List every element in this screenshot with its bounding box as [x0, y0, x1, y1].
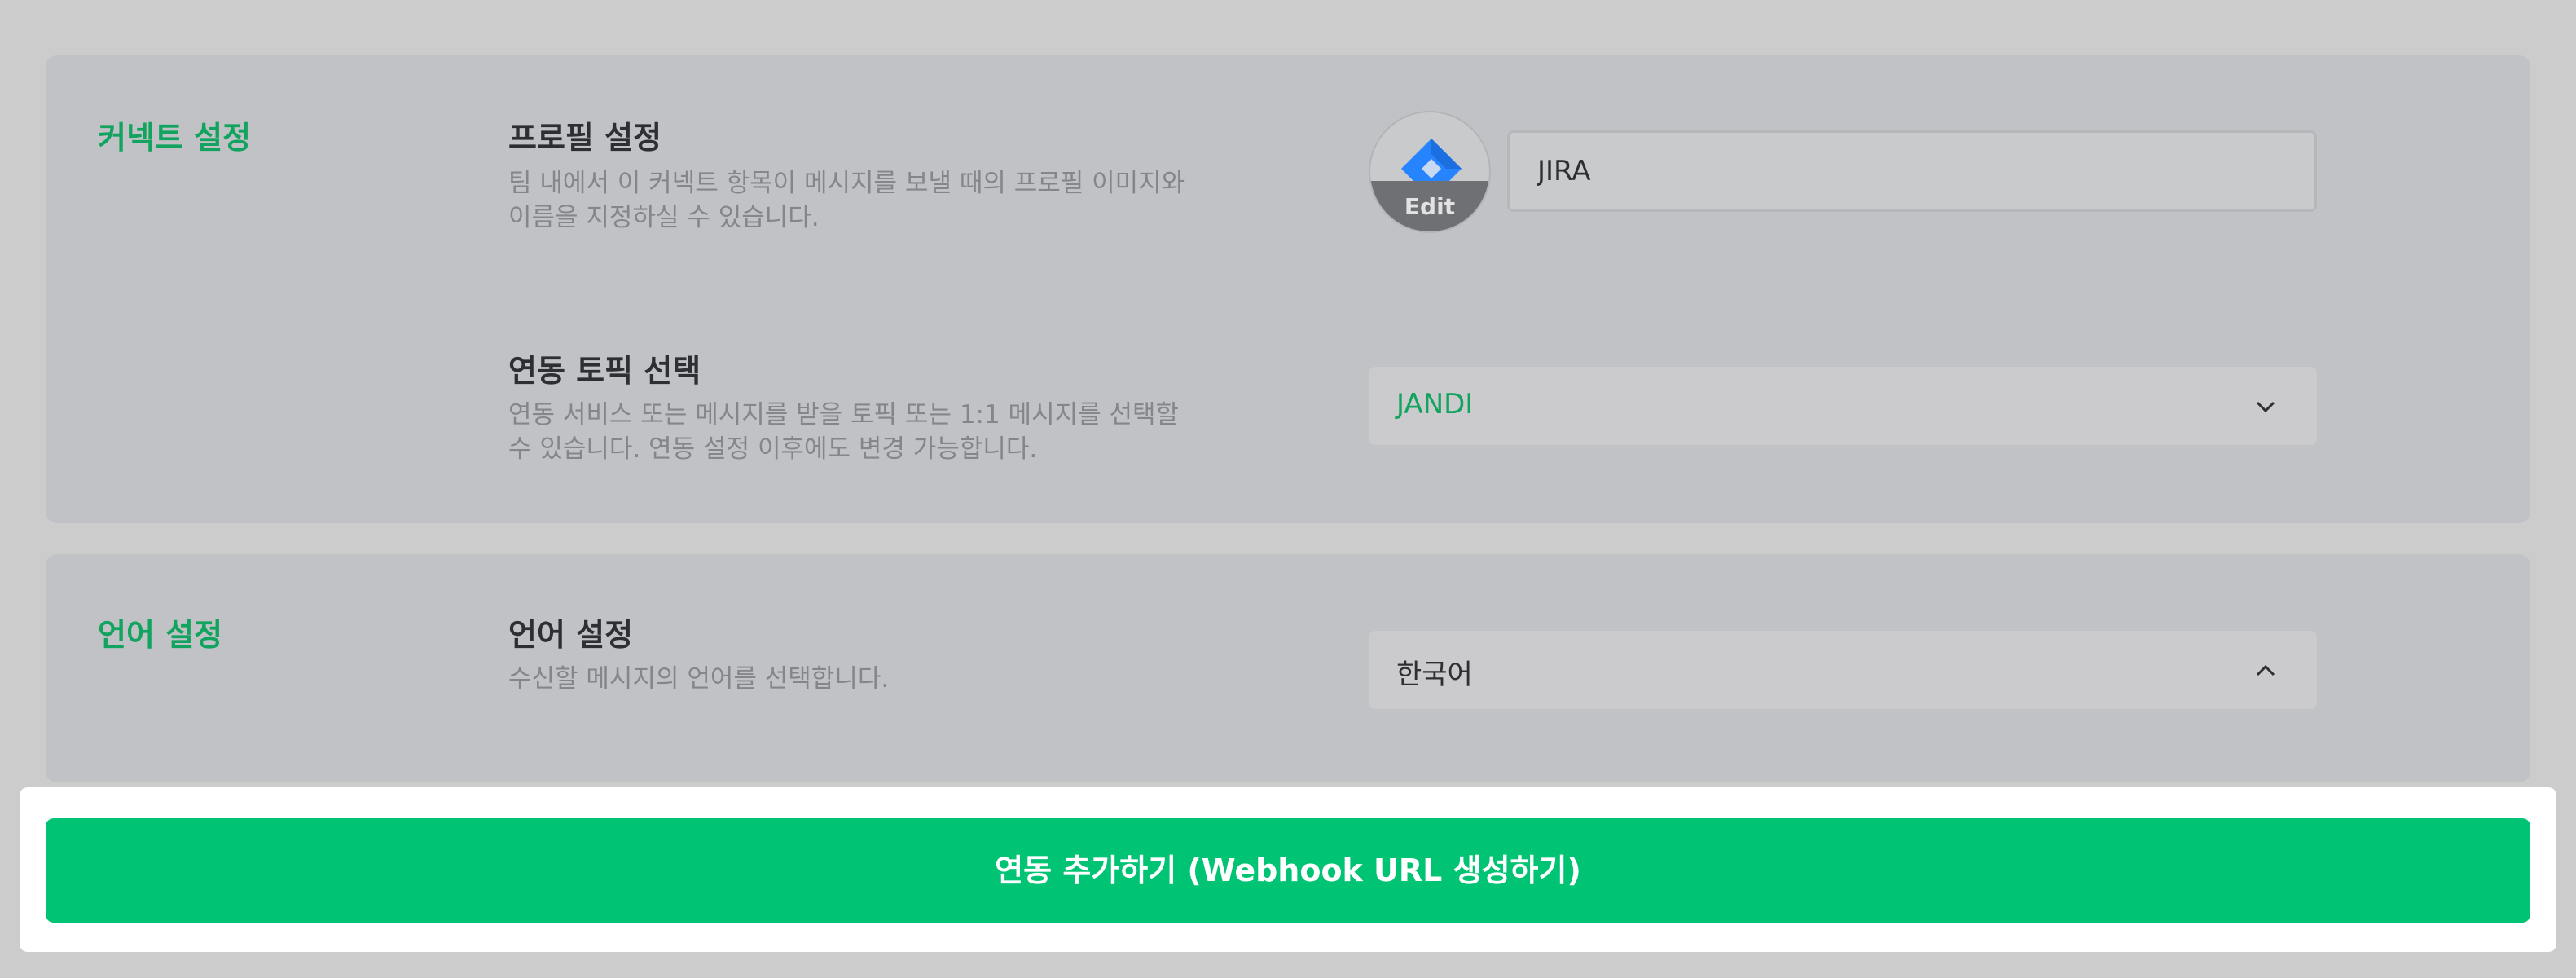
section-title-language: 언어 설정 [98, 617, 223, 653]
connect-settings-page: 커넥트 설정 프로필 설정 팀 내에서 이 커넥트 항목이 메시지를 보낼 때의… [0, 0, 2576, 978]
topic-select-title: 연동 토픽 선택 [508, 353, 701, 389]
profile-name-input[interactable] [1507, 130, 2317, 212]
topic-select-description: 연동 서비스 또는 메시지를 받을 토픽 또는 1:1 메시지를 선택할 수 있… [508, 400, 1180, 464]
language-settings-description: 수신할 메시지의 언어를 선택합니다. [508, 664, 890, 694]
language-select-dropdown[interactable]: 한국어 [1369, 631, 2317, 709]
language-settings-title: 언어 설정 [508, 617, 634, 653]
bottom-action-bar: 연동 추가하기 (Webhook URL 생성하기) [20, 787, 2556, 952]
section-title-connect: 커넥트 설정 [98, 120, 252, 156]
chevron-up-icon [2256, 664, 2275, 676]
avatar-edit-label[interactable]: Edit [1370, 193, 1489, 220]
language-selected-value: 한국어 [1396, 659, 1473, 691]
chevron-down-icon [2256, 401, 2275, 413]
topic-selected-value: JANDI [1396, 388, 1474, 421]
profile-settings-title: 프로필 설정 [508, 120, 662, 156]
connect-settings-card: 커넥트 설정 프로필 설정 팀 내에서 이 커넥트 항목이 메시지를 보낼 때의… [46, 55, 2530, 523]
profile-avatar[interactable]: Edit [1369, 111, 1491, 233]
language-settings-card: 언어 설정 언어 설정 수신할 메시지의 언어를 선택합니다. 한국어 [46, 554, 2530, 782]
add-integration-button[interactable]: 연동 추가하기 (Webhook URL 생성하기) [46, 818, 2530, 923]
profile-settings-description: 팀 내에서 이 커넥트 항목이 메시지를 보낼 때의 프로필 이미지와 이름을 … [508, 169, 1185, 232]
topic-select-dropdown[interactable]: JANDI [1369, 367, 2317, 445]
